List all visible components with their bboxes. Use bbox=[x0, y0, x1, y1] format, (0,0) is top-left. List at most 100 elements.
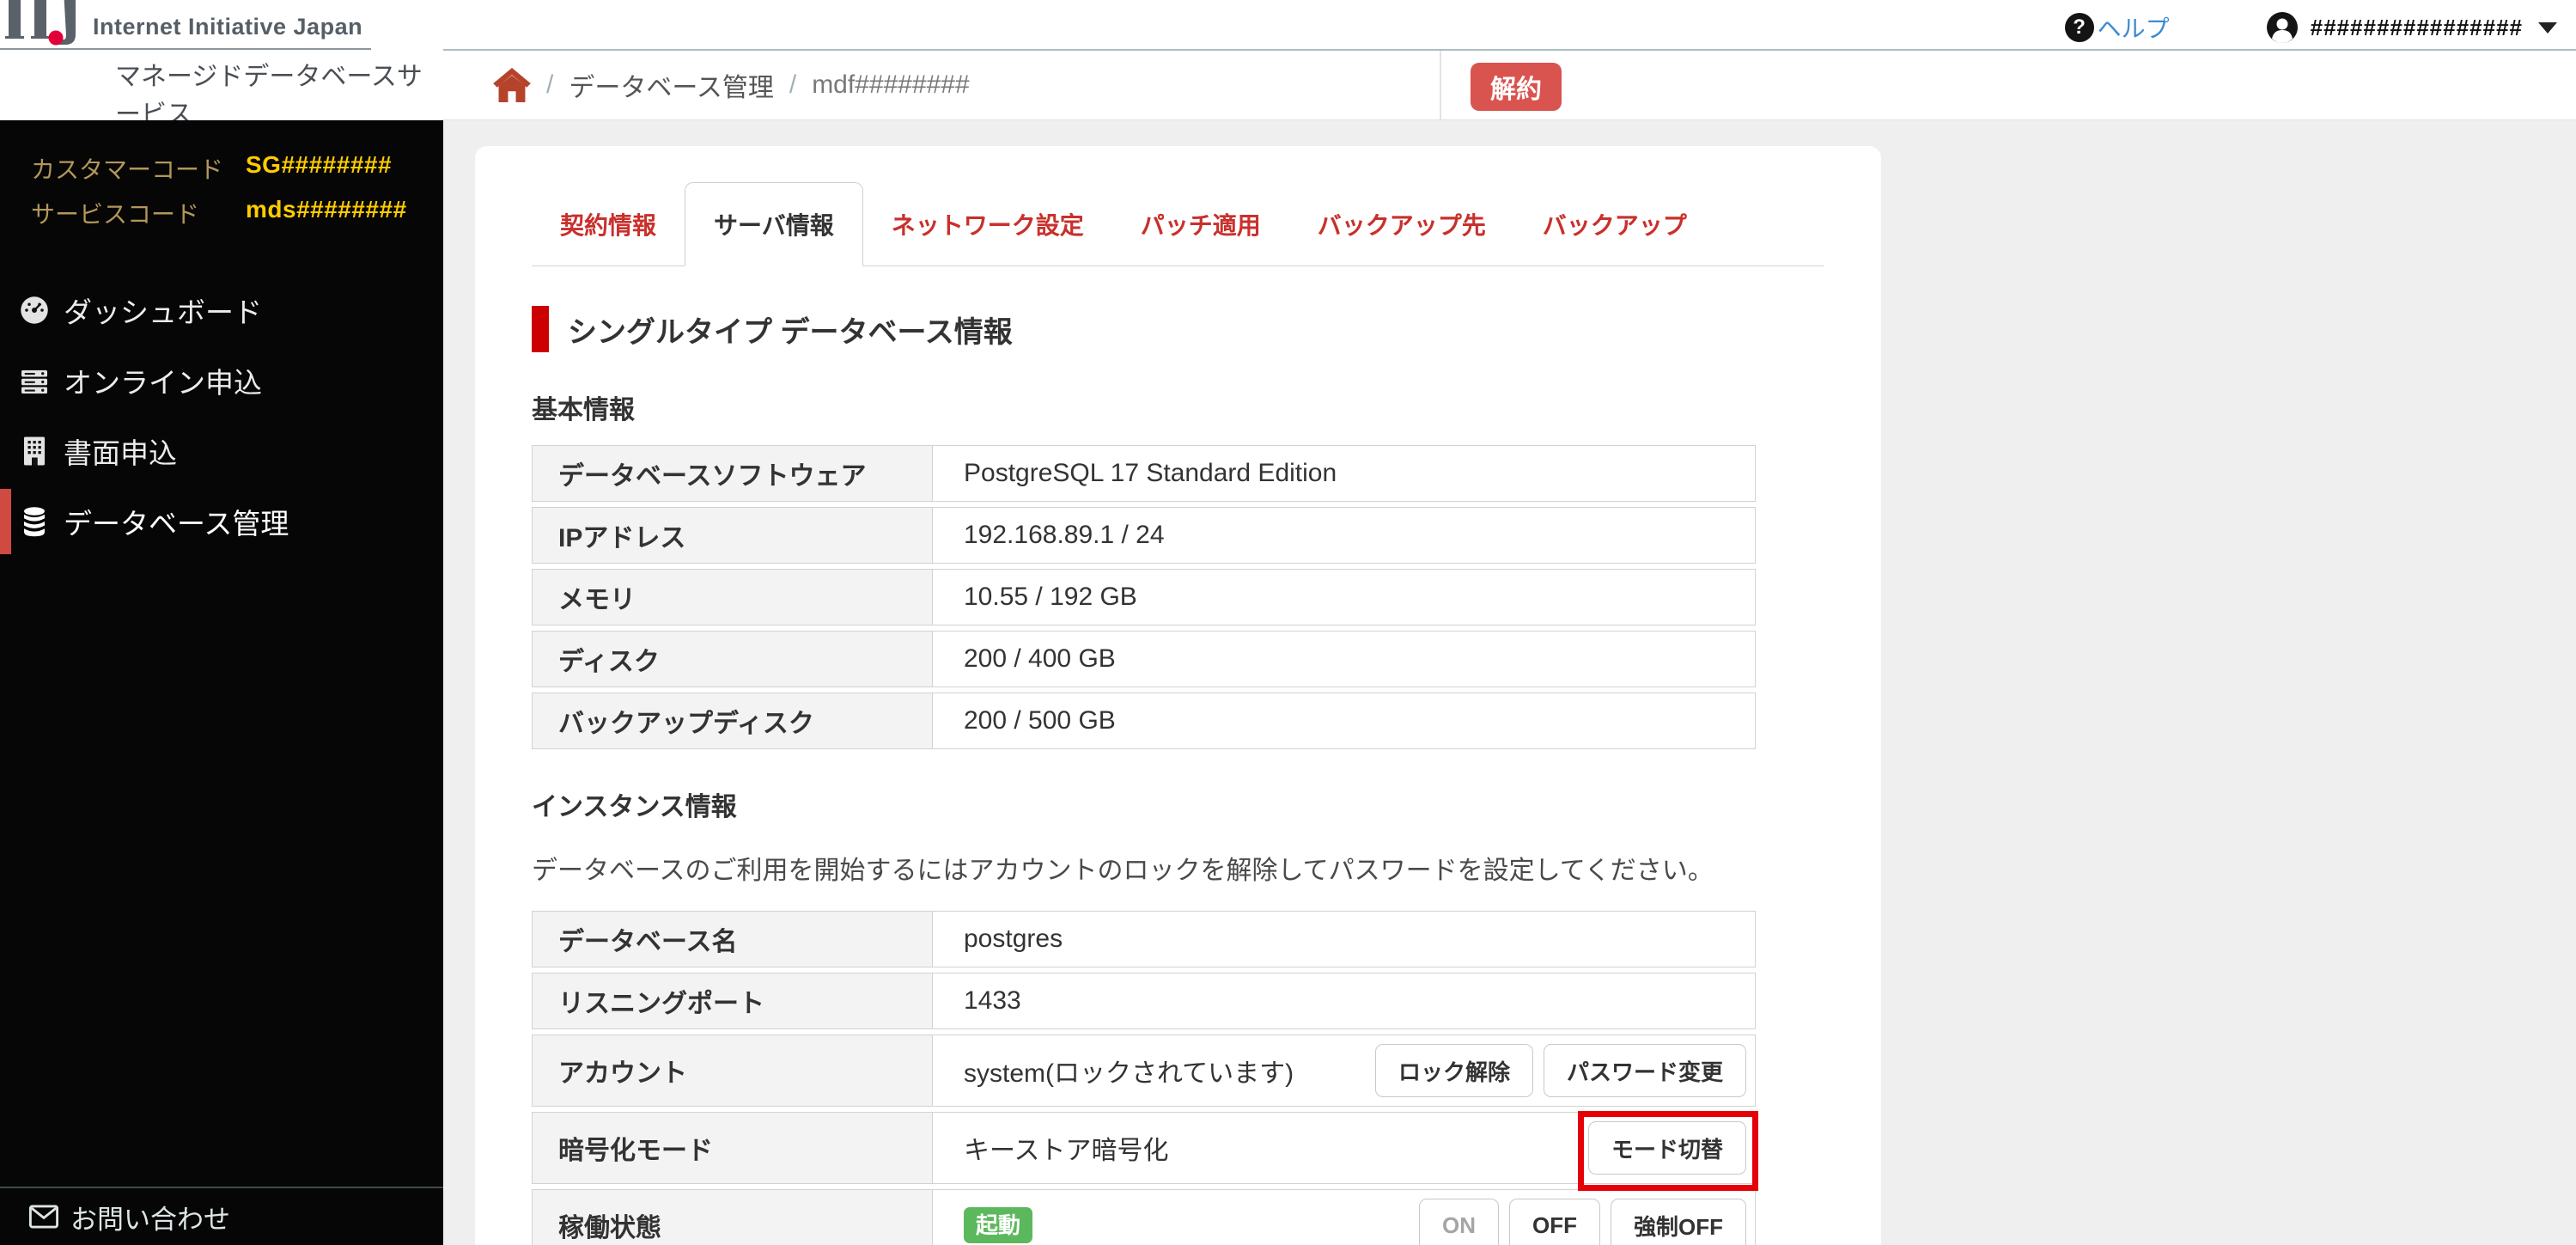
sidebar-item-database-management[interactable]: データベース管理 bbox=[0, 486, 443, 557]
breadcrumb-separator: / bbox=[789, 70, 797, 99]
row-label: リスニングポート bbox=[533, 973, 933, 1028]
contact-label: お問い合わせ bbox=[70, 1204, 230, 1235]
sidebar-item-contact[interactable]: お問い合わせ bbox=[0, 1187, 443, 1245]
user-menu[interactable]: ################ bbox=[2266, 11, 2557, 44]
table-row: データベース名 postgres bbox=[532, 911, 1756, 967]
user-avatar-icon bbox=[2266, 11, 2299, 44]
sidebar-item-label: データベース管理 bbox=[64, 508, 289, 540]
page-title: シングルタイプ データベース情報 bbox=[568, 315, 1013, 349]
chevron-down-icon bbox=[2538, 21, 2557, 34]
logo-brand-text: Internet Initiative Japan bbox=[93, 14, 363, 40]
force-off-button[interactable]: 強制OFF bbox=[1611, 1199, 1746, 1245]
section-header: シングルタイプ データベース情報 bbox=[532, 306, 1824, 352]
service-code-label: サービスコード bbox=[31, 201, 200, 228]
servers-icon bbox=[19, 365, 50, 396]
breadcrumb: / データベース管理 / mdf######## bbox=[493, 51, 970, 119]
row-value-cell: system(ロックされています) ロック解除 パスワード変更 bbox=[933, 1035, 1755, 1106]
service-code-row: サービスコード mds######## bbox=[31, 196, 443, 230]
table-row: データベースソフトウェア PostgreSQL 17 Standard Edit… bbox=[532, 445, 1756, 502]
row-value: PostgreSQL 17 Standard Edition bbox=[964, 459, 1337, 487]
help-label: ヘルプ bbox=[2097, 15, 2170, 42]
row-label: 暗号化モード bbox=[533, 1113, 933, 1183]
logo-rule bbox=[0, 48, 371, 50]
account-codes: カスタマーコード SG######## サービスコード mds######## bbox=[0, 120, 443, 230]
row-label: バックアップディスク bbox=[533, 693, 933, 748]
power-off-button[interactable]: OFF bbox=[1509, 1199, 1600, 1245]
breadcrumb-current: mdf######## bbox=[812, 70, 970, 99]
tab-contract-info[interactable]: 契約情報 bbox=[532, 183, 685, 265]
sidebar-item-document-application[interactable]: 書面申込 bbox=[0, 416, 443, 486]
row-label: データベース名 bbox=[533, 912, 933, 967]
sidebar-item-label: オンライン申込 bbox=[64, 367, 262, 399]
basic-info-table: データベースソフトウェア PostgreSQL 17 Standard Edit… bbox=[532, 445, 1756, 749]
terminate-button[interactable]: 解約 bbox=[1471, 63, 1562, 111]
power-on-button[interactable]: ON bbox=[1419, 1199, 1499, 1245]
power-actions: ON OFF 強制OFF bbox=[1419, 1199, 1746, 1245]
row-label: 稼働状態 bbox=[533, 1190, 933, 1245]
tab-server-info[interactable]: サーバ情報 bbox=[685, 182, 863, 266]
row-value: 192.168.89.1 / 24 bbox=[964, 521, 1165, 549]
sidebar-item-label: ダッシュボード bbox=[64, 296, 262, 328]
help-link[interactable]: ? ヘルプ bbox=[2064, 10, 2170, 45]
table-row: メモリ 10.55 / 192 GB bbox=[532, 569, 1756, 626]
row-label: データベースソフトウェア bbox=[533, 446, 933, 501]
envelope-icon bbox=[29, 1205, 58, 1229]
row-value: 10.55 / 192 GB bbox=[964, 583, 1137, 611]
row-label: メモリ bbox=[533, 570, 933, 625]
instance-info-table: データベース名 postgres リスニングポート 1433 アカウント sys… bbox=[532, 911, 1758, 1245]
breadcrumb-separator: / bbox=[546, 70, 554, 99]
account-value: system(ロックされています) bbox=[964, 1059, 1294, 1088]
row-label: IPアドレス bbox=[533, 508, 933, 563]
encryption-actions: モード切替 bbox=[1577, 1111, 1758, 1191]
row-label: アカウント bbox=[533, 1035, 933, 1106]
main-content: 契約情報 サーバ情報 ネットワーク設定 パッチ適用 バックアップ先 バックアップ… bbox=[443, 120, 2576, 1245]
sidebar-item-dashboard[interactable]: ダッシュボード bbox=[0, 275, 443, 345]
table-row-account: アカウント system(ロックされています) ロック解除 パスワード変更 bbox=[532, 1034, 1756, 1107]
instance-note: データベースのご利用を開始するにはアカウントのロックを解除してパスワードを設定し… bbox=[532, 857, 1714, 885]
page-root: Internet Initiative Japan マネージドデータベースサービ… bbox=[0, 0, 2576, 1245]
basic-info-heading: 基本情報 bbox=[532, 396, 635, 424]
iij-logo-icon bbox=[5, 0, 88, 46]
header-actions: ? ヘルプ ################ bbox=[2064, 10, 2557, 45]
breadcrumb-section[interactable]: データベース管理 bbox=[569, 66, 774, 104]
breadcrumb-divider bbox=[1440, 51, 1441, 119]
status-badge: 起動 bbox=[964, 1207, 1033, 1243]
row-value: 1433 bbox=[964, 986, 1021, 1015]
account-actions: ロック解除 パスワード変更 bbox=[1374, 1044, 1746, 1097]
encryption-mode-value: キーストア暗号化 bbox=[964, 1137, 1169, 1165]
question-circle-icon: ? bbox=[2064, 13, 2094, 42]
row-label: ディスク bbox=[533, 632, 933, 687]
logo-block: Internet Initiative Japan マネージドデータベースサービ… bbox=[0, 0, 443, 129]
table-row: ディスク 200 / 400 GB bbox=[532, 631, 1756, 687]
tab-backup[interactable]: バックアップ bbox=[1514, 183, 1715, 265]
breadcrumb-bar: / データベース管理 / mdf######## 解約 bbox=[443, 49, 2576, 120]
row-value: 200 / 400 GB bbox=[964, 644, 1116, 673]
customer-code-value: SG######## bbox=[246, 151, 393, 178]
row-value-cell: キーストア暗号化 モード切替 bbox=[933, 1111, 1758, 1191]
sidebar-item-online-application[interactable]: オンライン申込 bbox=[0, 345, 443, 416]
row-value-cell: 起動 ON OFF 強制OFF bbox=[933, 1190, 1755, 1245]
table-row: リスニングポート 1433 bbox=[532, 973, 1756, 1029]
row-value: postgres bbox=[964, 925, 1063, 953]
change-password-button[interactable]: パスワード変更 bbox=[1543, 1044, 1746, 1097]
tab-bar: 契約情報 サーバ情報 ネットワーク設定 パッチ適用 バックアップ先 バックアップ bbox=[532, 170, 1824, 266]
customer-code-label: カスタマーコード bbox=[31, 156, 224, 183]
active-item-marker bbox=[0, 489, 11, 554]
row-value: 200 / 500 GB bbox=[964, 706, 1116, 735]
tab-network-settings[interactable]: ネットワーク設定 bbox=[863, 183, 1112, 265]
unlock-button[interactable]: ロック解除 bbox=[1374, 1044, 1533, 1097]
sidebar: カスタマーコード SG######## サービスコード mds######## bbox=[0, 120, 443, 1245]
sidebar-menu: ダッシュボード オンライン申込 書面申込 データベース管理 bbox=[0, 275, 443, 557]
database-icon bbox=[19, 506, 50, 537]
table-row: バックアップディスク 200 / 500 GB bbox=[532, 693, 1756, 749]
service-name: マネージドデータベースサービス bbox=[115, 63, 423, 129]
tab-patch-apply[interactable]: パッチ適用 bbox=[1112, 183, 1289, 265]
tab-backup-destination[interactable]: バックアップ先 bbox=[1289, 183, 1514, 265]
gauge-icon bbox=[19, 295, 50, 326]
annotated-button-wrap: モード切替 bbox=[1577, 1111, 1758, 1191]
service-code-value: mds######## bbox=[246, 196, 407, 223]
mode-switch-button[interactable]: モード切替 bbox=[1587, 1121, 1746, 1175]
table-row-running-state: 稼働状態 起動 ON OFF 強制OFF bbox=[532, 1189, 1756, 1245]
sidebar-item-label: 書面申込 bbox=[64, 437, 177, 469]
home-icon[interactable] bbox=[493, 68, 531, 102]
